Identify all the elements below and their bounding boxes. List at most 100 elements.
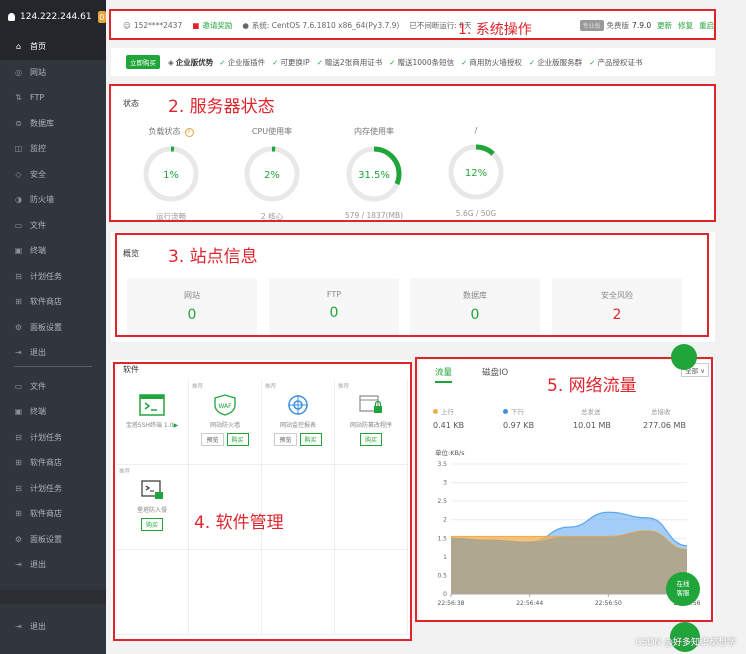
sidebar-item-shield[interactable]: ◇ 安全 xyxy=(0,162,106,188)
online-support-label: 在线 客服 xyxy=(676,580,690,597)
annotation-label-1: 1. 系统操作 xyxy=(458,22,532,38)
online-support-button[interactable]: 在线 客服 xyxy=(666,572,700,606)
terminal-icon: ▣ xyxy=(14,246,23,256)
globe-icon: ◎ xyxy=(15,67,22,77)
sidebar-item-apps[interactable]: ⊞ 软件商店 xyxy=(0,501,106,527)
sidebar-item-label: 终端 xyxy=(30,246,46,256)
shield-icon: ◇ xyxy=(15,169,22,179)
logout-icon: ⇥ xyxy=(15,348,22,358)
diamond-icon: ◈ xyxy=(168,57,174,67)
clock-icon: ⊟ xyxy=(15,432,22,442)
check-icon: ✓ xyxy=(461,57,468,67)
sidebar-item-label: 文件 xyxy=(30,220,46,230)
terminal-icon: ▣ xyxy=(14,407,23,417)
sidebar-item-logout-bottom[interactable]: ⇥ 退出 xyxy=(0,614,106,640)
cloud-icon xyxy=(8,13,16,21)
check-icon: ✓ xyxy=(272,57,279,67)
sidebar-item-label: 软件商店 xyxy=(30,509,62,519)
settings-icon: ⚙ xyxy=(14,322,23,332)
sidebar-item-ftp[interactable]: ⇅ FTP xyxy=(0,85,106,111)
ftp-icon: ⇅ xyxy=(15,93,22,103)
apps-icon: ⊞ xyxy=(15,297,22,307)
sidebar-item-folder[interactable]: ▭ 文件 xyxy=(0,213,106,239)
sidebar-item-globe[interactable]: ◎ 网站 xyxy=(0,60,106,86)
sidebar-item-home[interactable]: ⌂ 首页 xyxy=(0,34,106,60)
sidebar-item-settings[interactable]: ⚙ 面板设置 xyxy=(0,527,106,553)
home-icon: ⌂ xyxy=(15,42,22,52)
sidebar-item-folder[interactable]: ▭ 文件 xyxy=(0,374,106,400)
promo-item: ✓ 企业版插件 xyxy=(219,57,265,68)
clock-icon: ⊟ xyxy=(15,483,22,493)
sidebar-item-label: 监控 xyxy=(30,144,46,154)
folder-icon: ▭ xyxy=(14,220,23,230)
sidebar-item-logout[interactable]: ⇥ 退出 xyxy=(0,340,106,366)
sidebar-item-firewall[interactable]: ◑ 防火墙 xyxy=(0,187,106,213)
promo-item-label: 企业版插件 xyxy=(227,57,266,67)
sidebar-item-label: 数据库 xyxy=(30,118,54,128)
sidebar-item-label: 安全 xyxy=(30,169,46,179)
sidebar-item-terminal[interactable]: ▣ 终端 xyxy=(0,238,106,264)
sidebar-item-label: 计划任务 xyxy=(30,271,62,281)
sidebar-item-label: 退出 xyxy=(30,348,46,358)
promo-item-label: 赠送1000条短信 xyxy=(397,57,455,67)
annotation-label-3: 3. 站点信息 xyxy=(168,247,258,267)
sidebar-item-clock[interactable]: ⊟ 计划任务 xyxy=(0,264,106,290)
promo-item-label: 可更换IP xyxy=(280,57,310,67)
sidebar-item-label: 首页 xyxy=(30,42,46,52)
sidebar-item-label: 终端 xyxy=(30,407,46,417)
sidebar-item-apps[interactable]: ⊞ 软件商店 xyxy=(0,289,106,315)
annotation-box-1 xyxy=(109,9,716,40)
sidebar-item-label: 防火墙 xyxy=(30,195,54,205)
logout-icon: ⇥ xyxy=(15,622,22,632)
promo-item-label: 产品授权证书 xyxy=(597,57,643,67)
check-icon: ✓ xyxy=(589,57,596,67)
server-ip: 124.222.244.61 xyxy=(20,12,92,22)
clock-icon: ⊟ xyxy=(15,271,22,281)
notification-badge[interactable]: 0 xyxy=(97,11,106,23)
sidebar-item-label: 软件商店 xyxy=(30,297,62,307)
sidebar-item-label: 计划任务 xyxy=(30,432,62,442)
annotation-label-4: 4. 软件管理 xyxy=(194,513,284,533)
settings-icon: ⚙ xyxy=(14,534,23,544)
annotation-label-2: 2. 服务器状态 xyxy=(168,97,275,117)
monitor-icon: ◫ xyxy=(14,144,23,154)
firewall-icon: ◑ xyxy=(15,195,22,205)
promo-item: ✓ 赠送1000条短信 xyxy=(389,57,454,68)
sidebar-item-terminal[interactable]: ▣ 终端 xyxy=(0,399,106,425)
sidebar-item-settings[interactable]: ⚙ 面板设置 xyxy=(0,315,106,341)
sidebar-item-monitor[interactable]: ◫ 监控 xyxy=(0,136,106,162)
sidebar-item-logout[interactable]: ⇥ 退出 xyxy=(0,552,106,578)
logout-icon: ⇥ xyxy=(15,560,22,570)
database-icon: ⊜ xyxy=(15,118,22,128)
sidebar-item-label: 退出 xyxy=(30,622,46,632)
promo-item-label: 赠送2张商用证书 xyxy=(324,57,383,67)
promo-item-label: 企业版服务群 xyxy=(537,57,583,67)
sidebar: 124.222.244.61 0 ⌂ 首页 ◎ 网站 ⇅ FTP ⊜ 数据库 ◫ 监控 ◇ 安全 ◑ 防火… xyxy=(0,0,106,654)
sidebar-item-apps[interactable]: ⊞ 软件商店 xyxy=(0,450,106,476)
sidebar-item-label: 面板设置 xyxy=(30,322,62,332)
sidebar-item-clock[interactable]: ⊟ 计划任务 xyxy=(0,425,106,451)
sidebar-item-label: 面板设置 xyxy=(30,534,62,544)
enterprise-advantage: 企业版优势 xyxy=(175,57,214,67)
sidebar-dark-band xyxy=(0,590,106,604)
buy-now-button[interactable]: 立即购买 xyxy=(126,55,160,69)
promo-item-label: 商用防火墙授权 xyxy=(469,57,522,67)
main-content: ☺ 152****2437 ■ 邀请奖励 ● 系统: CentOS 7.6.18… xyxy=(106,0,746,654)
annotation-box-4 xyxy=(113,362,412,641)
sidebar-item-label: 计划任务 xyxy=(30,483,62,493)
sidebar-item-label: 软件商店 xyxy=(30,458,62,468)
promo-item: ✓ 可更换IP xyxy=(272,57,310,68)
sidebar-item-database[interactable]: ⊜ 数据库 xyxy=(0,111,106,137)
promo-item: ✓ 商用防火墙授权 xyxy=(461,57,522,68)
watermark: CSDN @好多知识都想学 xyxy=(635,638,736,648)
floating-chat-button[interactable] xyxy=(671,344,697,370)
annotation-label-5: 5. 网络流量 xyxy=(547,376,637,396)
check-icon: ✓ xyxy=(219,57,226,67)
promo-item: ✓ 企业版服务群 xyxy=(529,57,582,68)
sidebar-item-clock[interactable]: ⊟ 计划任务 xyxy=(0,476,106,502)
apps-icon: ⊞ xyxy=(15,458,22,468)
sidebar-item-label: 文件 xyxy=(30,381,46,391)
check-icon: ✓ xyxy=(316,57,323,67)
check-icon: ✓ xyxy=(528,57,536,67)
promo-bar: 立即购买 ◈ 企业版优势 ✓ 企业版插件 ✓ 可更换IP ✓ 赠送2张商用证书 ✓ 赠送100… xyxy=(111,48,715,76)
